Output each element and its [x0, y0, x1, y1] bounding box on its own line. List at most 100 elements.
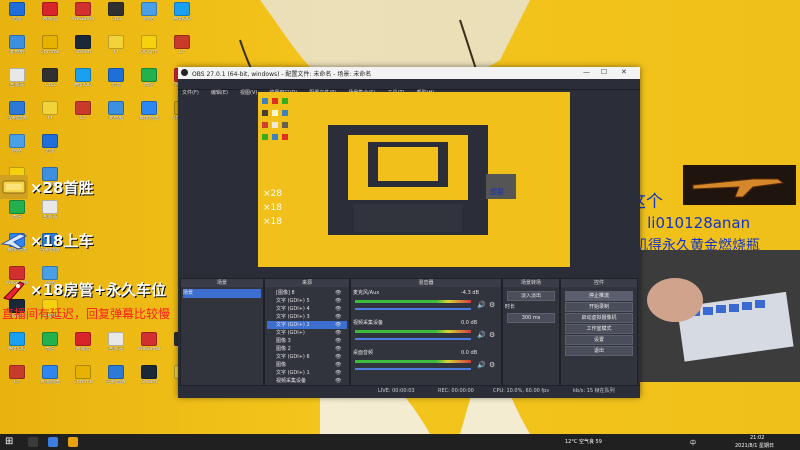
visibility-eye-icon[interactable]: 👁 [335, 329, 341, 337]
desktop-app-icon[interactable]: 回收站 [37, 200, 63, 230]
desktop-app-icon[interactable]: 此电脑 [103, 101, 129, 131]
visibility-eye-icon[interactable]: 👁 [335, 321, 341, 329]
app-icon [141, 101, 157, 115]
gear-icon[interactable]: ⚙ [489, 301, 495, 309]
volume-slider[interactable] [355, 308, 471, 310]
desktop-app-icon[interactable]: 迅雷 [103, 68, 129, 98]
start-virtual-camera-button[interactable]: 启动虚拟摄像机 [565, 313, 633, 323]
exit-button[interactable]: 退出 [565, 346, 633, 356]
desktop-app-icon[interactable]: WeGame [70, 2, 96, 32]
minimize-button[interactable]: — [583, 68, 590, 76]
obs-title-bar[interactable]: OBS 27.0.1 (64-bit, windows) - 配置文件: 未命名… [178, 67, 640, 79]
duration-input[interactable]: 300 ms [507, 313, 555, 323]
desktop-app-icon[interactable]: OBS [103, 2, 129, 32]
app-icon [42, 68, 58, 82]
visibility-eye-icon[interactable]: 👁 [335, 289, 341, 297]
visibility-eye-icon[interactable]: 👁 [335, 297, 341, 305]
desktop-app-icon[interactable]: CF [169, 35, 195, 65]
app-icon-label: 微信 [44, 347, 55, 352]
gear-icon[interactable]: ⚙ [489, 361, 495, 369]
desktop-app-icon[interactable]: Chrome [37, 35, 63, 65]
volume-slider[interactable] [355, 338, 471, 340]
desktop-app-icon[interactable]: 微信 [4, 200, 30, 230]
desktop-app-icon[interactable]: YY [37, 101, 63, 131]
desktop-app-icon[interactable]: 网易云 [37, 2, 63, 32]
desktop-app-icon[interactable]: 网络 [4, 134, 30, 164]
desktop-app-icon[interactable]: CF [4, 365, 30, 395]
windows-start-icon[interactable]: ⊞ [5, 437, 15, 447]
desktop-app-icon[interactable]: 腾讯QQ [4, 332, 30, 362]
mixer-channel-db: 0.0 dB [461, 320, 478, 326]
app-icon-label: Steam [74, 50, 92, 55]
visibility-eye-icon[interactable]: 👁 [335, 353, 341, 361]
weather-text[interactable]: 12°C 空气良 59 [565, 438, 602, 445]
desktop-app-icon[interactable]: 腾讯QQ [70, 68, 96, 98]
ime-indicator[interactable]: 中 [690, 438, 696, 447]
desktop-app-icon[interactable]: WeGame [136, 332, 162, 362]
desktop-app-icon[interactable]: 网易云 [70, 332, 96, 362]
app-icon [9, 365, 25, 379]
desktop-app-icon[interactable]: Steam [136, 365, 162, 395]
scene-item[interactable]: 场景 [183, 289, 261, 298]
app-icon-label: 控制面板 [6, 116, 27, 121]
browser-taskbar-icon[interactable] [68, 437, 78, 447]
desktop-app-icon[interactable]: 回收站 [103, 332, 129, 362]
svg-text:×18: ×18 [263, 217, 282, 227]
visibility-eye-icon[interactable]: 👁 [335, 377, 341, 385]
app-icon-label: 此电脑 [108, 116, 124, 121]
visibility-eye-icon[interactable]: 👁 [335, 369, 341, 377]
stop-streaming-button[interactable]: 停止推流 [565, 291, 633, 301]
app-icon-label: OBS [110, 17, 122, 22]
visibility-eye-icon[interactable]: 👁 [335, 313, 341, 321]
settings-button[interactable]: 设置 [565, 335, 633, 345]
transition-type-select[interactable]: 淡入淡出 [507, 291, 555, 301]
app-icon [42, 365, 58, 379]
visibility-eye-icon[interactable]: 👁 [335, 337, 341, 345]
app-icon [9, 101, 25, 115]
start-recording-button[interactable]: 开始录制 [565, 302, 633, 312]
controls-dock-title: 控件 [561, 279, 637, 287]
app-icon-label: CF [13, 380, 21, 385]
volume-slider[interactable] [355, 368, 471, 370]
app-taskbar-icon[interactable] [48, 437, 58, 447]
taskbar: ⊞ 12°C 空气良 59 中 21:02 2021/8/1 星期日 [0, 434, 800, 450]
obs-window[interactable]: OBS 27.0.1 (64-bit, windows) - 配置文件: 未命名… [178, 67, 640, 398]
desktop-app-icon[interactable]: 迅雷 [37, 134, 63, 164]
menu-view[interactable]: 视图(V) [240, 89, 257, 96]
visibility-eye-icon[interactable]: 👁 [335, 345, 341, 353]
desktop-app-icon[interactable]: Chrome [70, 365, 96, 395]
desktop-app-icon[interactable]: 迅雷 [4, 2, 30, 32]
desktop-app-icon[interactable]: YY [103, 35, 129, 65]
obs-taskbar-icon[interactable] [28, 437, 38, 447]
clock-date[interactable]: 2021/8/1 星期日 [735, 442, 774, 449]
desktop-app-icon[interactable]: Steam [70, 35, 96, 65]
speaker-icon[interactable]: 🔊 [477, 301, 486, 309]
studio-mode-button[interactable]: 工作室模式 [565, 324, 633, 334]
speaker-icon[interactable]: 🔊 [477, 331, 486, 339]
desktop-app-icon[interactable]: 控制面板 [103, 365, 129, 395]
desktop-app-icon[interactable]: QQ音乐 [136, 35, 162, 65]
maximize-button[interactable]: ☐ [601, 68, 607, 76]
visibility-eye-icon[interactable]: 👁 [335, 305, 341, 313]
desktop-app-icon[interactable]: 此电脑 [4, 35, 30, 65]
desktop-app-icon[interactable]: 网络 [136, 2, 162, 32]
sources-dock-title: 来源 [265, 279, 349, 287]
scene-transitions-dock: 场景转场 淡入淡出 时长 300 ms [502, 278, 560, 394]
desktop-app-icon[interactable]: 回收站 [4, 68, 30, 98]
desktop-app-icon[interactable]: CF [70, 101, 96, 131]
desktop-app-icon[interactable]: 微信 [136, 68, 162, 98]
obs-preview-canvas[interactable]: ×28 ×18 ×18 想要 [258, 92, 570, 267]
clock-time[interactable]: 21:02 [750, 435, 764, 441]
desktop-app-icon[interactable]: 百度网盘 [136, 101, 162, 131]
close-button[interactable]: ✕ [621, 68, 627, 76]
desktop-app-icon[interactable]: 腾讯QQ [169, 2, 195, 32]
desktop-app-icon[interactable]: 百度网盘 [37, 365, 63, 395]
menu-edit[interactable]: 编辑(E) [211, 89, 228, 96]
speaker-icon[interactable]: 🔊 [477, 361, 486, 369]
menu-file[interactable]: 文件(F) [182, 89, 199, 96]
desktop-app-icon[interactable]: 微信 [37, 332, 63, 362]
desktop-app-icon[interactable]: 控制面板 [4, 101, 30, 131]
gear-icon[interactable]: ⚙ [489, 331, 495, 339]
visibility-eye-icon[interactable]: 👁 [335, 361, 341, 369]
desktop-app-icon[interactable]: OBS [37, 68, 63, 98]
